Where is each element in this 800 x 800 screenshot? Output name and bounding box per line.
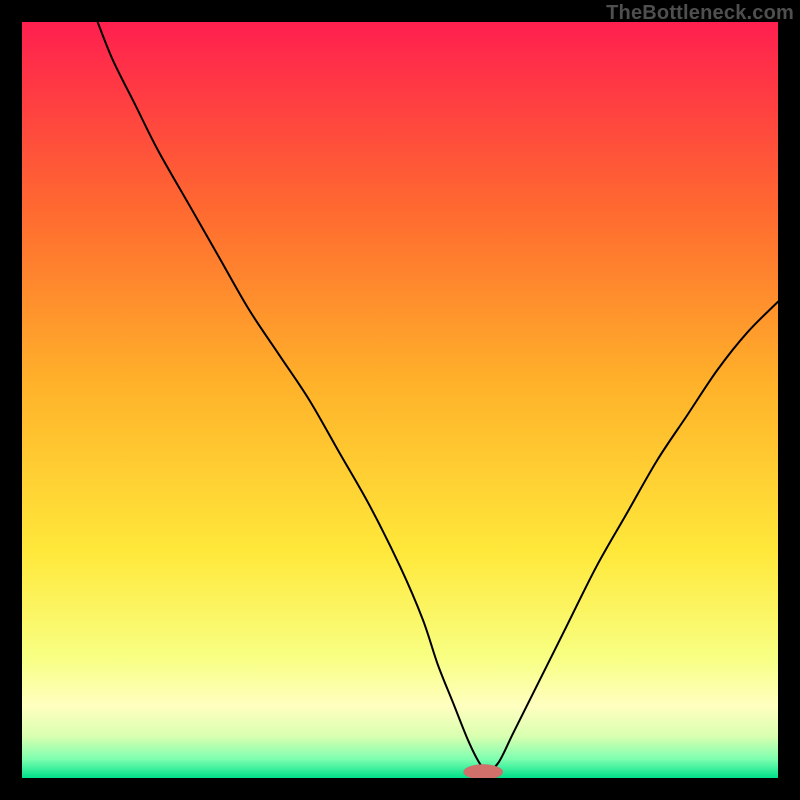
highlight-marker: [22, 22, 778, 778]
chart-container: TheBottleneck.com: [0, 0, 800, 800]
plot-area: [22, 22, 778, 778]
